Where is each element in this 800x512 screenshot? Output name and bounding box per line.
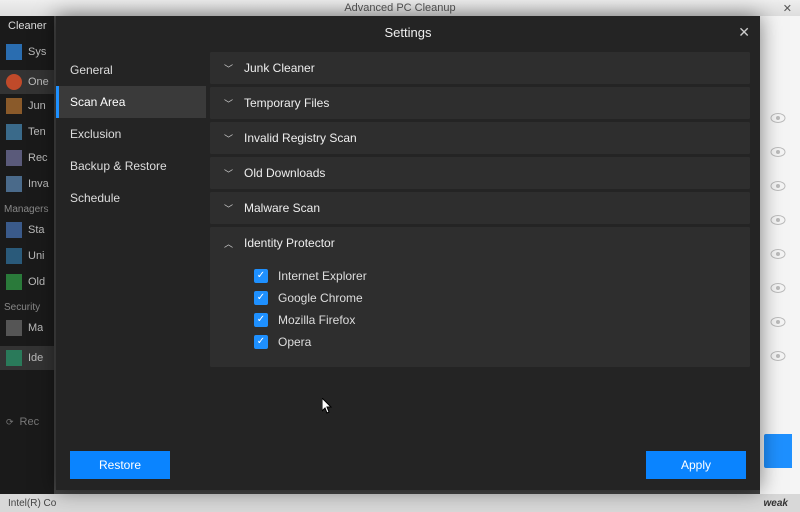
- section-body: ✓ Internet Explorer ✓ Google Chrome ✓ Mo…: [210, 259, 750, 367]
- section-header[interactable]: ﹀ Malware Scan: [210, 192, 750, 224]
- app-right-rail: [760, 16, 800, 494]
- cleaner-tab[interactable]: Cleaner: [0, 16, 54, 32]
- chevron-up-icon: ︿: [224, 237, 234, 250]
- section-invalid-registry: ﹀ Invalid Registry Scan: [210, 122, 750, 154]
- window-title: Advanced PC Cleanup: [344, 2, 455, 14]
- rail-recent[interactable]: ⟳Rec: [6, 416, 39, 428]
- rail-item[interactable]: Ten: [6, 124, 46, 140]
- eye-icon[interactable]: [770, 144, 786, 154]
- status-bar: Intel(R) Co weak: [0, 494, 800, 512]
- rail-item[interactable]: Sta: [6, 222, 45, 238]
- rail-item[interactable]: Old: [6, 274, 45, 290]
- section-header[interactable]: ﹀ Temporary Files: [210, 87, 750, 119]
- rail-item[interactable]: Ide: [0, 346, 54, 370]
- checkbox-label: Opera: [278, 335, 311, 349]
- section-header[interactable]: ﹀ Junk Cleaner: [210, 52, 750, 84]
- rail-item[interactable]: Uni: [6, 248, 45, 264]
- checkbox-checked-icon[interactable]: ✓: [254, 335, 268, 349]
- checkbox-checked-icon[interactable]: ✓: [254, 313, 268, 327]
- rail-category: Security: [4, 302, 40, 313]
- settings-content: ﹀ Junk Cleaner ﹀ Temporary Files ﹀ Inval…: [206, 48, 760, 440]
- app-left-rail: Cleaner Sys One Jun Ten Rec Inva Manager…: [0, 16, 54, 494]
- chevron-down-icon: ﹀: [224, 62, 234, 75]
- checkbox-checked-icon[interactable]: ✓: [254, 291, 268, 305]
- section-label: Junk Cleaner: [244, 61, 315, 75]
- apply-button[interactable]: Apply: [646, 451, 746, 479]
- section-header[interactable]: ︿ Identity Protector: [210, 227, 750, 259]
- rail-item[interactable]: Jun: [6, 98, 46, 114]
- sidebar-item-schedule[interactable]: Schedule: [56, 182, 206, 214]
- rail-item[interactable]: Rec: [6, 150, 48, 166]
- sidebar-item-backup-restore[interactable]: Backup & Restore: [56, 150, 206, 182]
- checkbox-checked-icon[interactable]: ✓: [254, 269, 268, 283]
- window-close-icon[interactable]: ✕: [783, 2, 792, 15]
- checkbox-row[interactable]: ✓ Opera: [254, 331, 736, 353]
- eye-icon[interactable]: [770, 246, 786, 256]
- modal-title: Settings: [385, 25, 432, 40]
- section-label: Old Downloads: [244, 166, 325, 180]
- close-icon[interactable]: ✕: [738, 24, 750, 41]
- settings-sidebar: General Scan Area Exclusion Backup & Res…: [56, 48, 206, 440]
- chevron-down-icon: ﹀: [224, 97, 234, 110]
- sidebar-item-scan-area[interactable]: Scan Area: [56, 86, 206, 118]
- checkbox-label: Google Chrome: [278, 291, 363, 305]
- chevron-down-icon: ﹀: [224, 132, 234, 145]
- rail-category: Managers: [4, 204, 48, 215]
- rail-item[interactable]: Inva: [6, 176, 49, 192]
- section-header[interactable]: ﹀ Old Downloads: [210, 157, 750, 189]
- checkbox-row[interactable]: ✓ Internet Explorer: [254, 265, 736, 287]
- sidebar-item-exclusion[interactable]: Exclusion: [56, 118, 206, 150]
- section-junk-cleaner: ﹀ Junk Cleaner: [210, 52, 750, 84]
- checkbox-row[interactable]: ✓ Google Chrome: [254, 287, 736, 309]
- section-temporary-files: ﹀ Temporary Files: [210, 87, 750, 119]
- eye-icon[interactable]: [770, 212, 786, 222]
- status-left: Intel(R) Co: [8, 498, 56, 509]
- eye-icon[interactable]: [770, 348, 786, 358]
- modal-footer: Restore Apply: [56, 440, 760, 490]
- chevron-down-icon: ﹀: [224, 167, 234, 180]
- section-label: Invalid Registry Scan: [244, 131, 357, 145]
- checkbox-label: Mozilla Firefox: [278, 313, 355, 327]
- sidebar-item-general[interactable]: General: [56, 54, 206, 86]
- settings-modal: Settings ✕ General Scan Area Exclusion B…: [56, 16, 760, 490]
- rail-item[interactable]: Sys: [6, 44, 46, 60]
- checkbox-label: Internet Explorer: [278, 269, 367, 283]
- checkbox-row[interactable]: ✓ Mozilla Firefox: [254, 309, 736, 331]
- modal-header: Settings ✕: [56, 16, 760, 48]
- eye-icon[interactable]: [770, 314, 786, 324]
- rail-item[interactable]: Ma: [6, 320, 43, 336]
- eye-icon[interactable]: [770, 178, 786, 188]
- window-titlebar: Advanced PC Cleanup ✕: [0, 0, 800, 16]
- status-logo: weak: [764, 498, 800, 509]
- rail-item[interactable]: One: [0, 70, 54, 94]
- section-header[interactable]: ﹀ Invalid Registry Scan: [210, 122, 750, 154]
- chevron-down-icon: ﹀: [224, 202, 234, 215]
- section-label: Malware Scan: [244, 201, 320, 215]
- section-identity-protector: ︿ Identity Protector ✓ Internet Explorer…: [210, 227, 750, 367]
- eye-icon[interactable]: [770, 280, 786, 290]
- section-malware-scan: ﹀ Malware Scan: [210, 192, 750, 224]
- section-label: Temporary Files: [244, 96, 329, 110]
- restore-button[interactable]: Restore: [70, 451, 170, 479]
- eye-icon[interactable]: [770, 110, 786, 120]
- section-old-downloads: ﹀ Old Downloads: [210, 157, 750, 189]
- background-button-edge: [764, 434, 792, 468]
- section-label: Identity Protector: [244, 236, 335, 250]
